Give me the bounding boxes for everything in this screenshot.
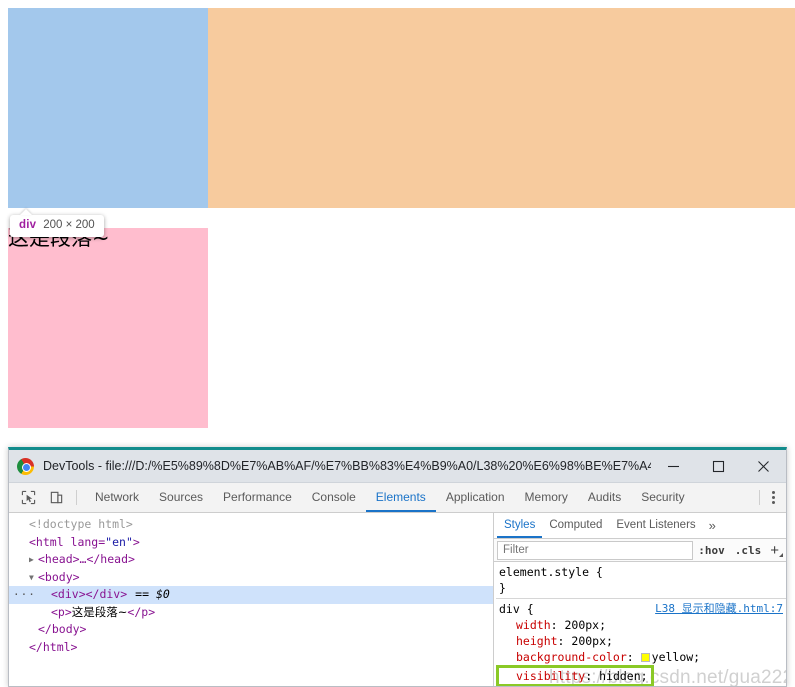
minimize-button[interactable] bbox=[651, 450, 696, 483]
chrome-logo-icon bbox=[17, 457, 34, 475]
body-collapse-triangle-icon[interactable]: ▼ bbox=[29, 569, 38, 587]
close-button[interactable] bbox=[741, 450, 786, 483]
css-value-width[interactable]: 200px; bbox=[564, 618, 606, 632]
styles-filter-input[interactable] bbox=[497, 540, 694, 560]
dom-line-body[interactable]: ▼ <body> bbox=[9, 569, 493, 587]
device-toolbar-icon[interactable] bbox=[42, 483, 70, 512]
dom-line-div-selected[interactable]: ··· <div></div> == $0 bbox=[9, 586, 493, 604]
tab-security[interactable]: Security bbox=[631, 483, 694, 512]
devtools-panels: <!doctype html> <html lang="en"> ▶ <head>… bbox=[9, 513, 786, 686]
tab-styles[interactable]: Styles bbox=[497, 513, 543, 538]
tab-computed[interactable]: Computed bbox=[542, 513, 609, 538]
div-rule-origin-link[interactable]: L38 显示和隐藏.html:7 bbox=[655, 601, 783, 617]
toggle-hover-state-button[interactable]: :hov bbox=[693, 544, 730, 557]
dom-line-body-close[interactable]: </body> bbox=[9, 621, 493, 639]
highlighted-declaration-wrapper: visibility: hidden; bbox=[496, 665, 786, 686]
css-property-height[interactable]: height bbox=[516, 634, 558, 648]
body-close-tag-text: </body> bbox=[38, 622, 87, 636]
tab-audits[interactable]: Audits bbox=[578, 483, 631, 512]
more-options-icon[interactable] bbox=[760, 483, 786, 512]
styles-filter-bar: :hov .cls + bbox=[494, 539, 786, 562]
div-console-ref: == $0 bbox=[135, 587, 170, 601]
css-rule-element-style[interactable]: element.style { } bbox=[496, 564, 786, 597]
css-declaration-visibility[interactable]: visibility: hidden; bbox=[496, 665, 654, 686]
css-property-background-color[interactable]: background-color bbox=[516, 650, 627, 664]
css-value-background-color[interactable]: yellow; bbox=[652, 650, 700, 664]
css-rule-div[interactable]: div { L38 显示和隐藏.html:7 width: 200px; hei… bbox=[496, 601, 786, 686]
badge-tag-name: div bbox=[19, 219, 37, 231]
css-property-width[interactable]: width bbox=[516, 618, 551, 632]
div-tag-text: <div></div> bbox=[51, 587, 128, 601]
element-highlight-badge: div 200 × 200 bbox=[10, 215, 104, 237]
element-style-close-brace: } bbox=[499, 581, 506, 595]
tab-elements[interactable]: Elements bbox=[365, 483, 436, 512]
dom-line-doctype[interactable]: <!doctype html> bbox=[9, 516, 493, 534]
doctype-text: <!doctype html> bbox=[29, 517, 133, 531]
html-close-tag-text: </html> bbox=[29, 639, 78, 654]
color-swatch-icon[interactable] bbox=[640, 653, 650, 662]
badge-dimensions: 200 × 200 bbox=[43, 219, 95, 231]
styles-panel: Styles Computed Event Listeners » :hov .… bbox=[494, 513, 786, 686]
css-declaration-background-color[interactable]: background-color: yellow; bbox=[496, 649, 786, 665]
body-tag-text: <body> bbox=[38, 569, 80, 584]
html-tag-text: <html lang= bbox=[29, 534, 106, 549]
tab-console[interactable]: Console bbox=[302, 483, 366, 512]
css-property-visibility[interactable]: visibility bbox=[516, 669, 585, 683]
tab-performance[interactable]: Performance bbox=[213, 483, 302, 512]
div-rule-selector[interactable]: div { bbox=[499, 602, 534, 616]
devtools-title-bar: DevTools - file:///D:/%E5%89%8D%E7%AB%AF… bbox=[9, 450, 786, 483]
toggle-class-button[interactable]: .cls bbox=[730, 544, 767, 557]
window-title: DevTools - file:///D:/%E5%89%8D%E7%AB%AF… bbox=[43, 459, 651, 473]
p-open-tag-text: <p> bbox=[51, 604, 72, 619]
css-rules-list: element.style { } div { L38 显示和隐藏.html:7… bbox=[494, 562, 786, 686]
styles-more-tabs-icon[interactable]: » bbox=[703, 513, 722, 538]
div-rule-selector-line: div { L38 显示和隐藏.html:7 bbox=[496, 601, 786, 617]
head-tag-text: <head>…</head> bbox=[38, 552, 135, 566]
html-tag-close: > bbox=[132, 534, 140, 549]
window-controls bbox=[651, 450, 786, 482]
highlight-content-box bbox=[8, 8, 208, 208]
css-value-height[interactable]: 200px; bbox=[571, 634, 613, 648]
tab-memory[interactable]: Memory bbox=[515, 483, 578, 512]
css-rule-separator bbox=[496, 598, 786, 599]
tab-application[interactable]: Application bbox=[436, 483, 515, 512]
inspect-element-icon[interactable] bbox=[14, 483, 42, 512]
element-style-selector: element.style { bbox=[499, 565, 603, 579]
css-value-visibility[interactable]: hidden; bbox=[599, 669, 647, 683]
dom-line-head[interactable]: ▶ <head>…</head> bbox=[9, 551, 493, 569]
tab-sources[interactable]: Sources bbox=[149, 483, 213, 512]
dom-line-html-open[interactable]: <html lang="en"> bbox=[9, 534, 493, 552]
p-close-tag-text: </p> bbox=[127, 604, 156, 619]
p-inner-text: 这是段落~ bbox=[71, 604, 128, 619]
css-declaration-height[interactable]: height: 200px; bbox=[496, 633, 786, 649]
maximize-button[interactable] bbox=[696, 450, 741, 483]
div-badge-dots[interactable]: ··· bbox=[13, 586, 36, 604]
devtools-window: DevTools - file:///D:/%E5%89%8D%E7%AB%AF… bbox=[8, 447, 787, 687]
page-viewport: 这是段落~ div 200 × 200 bbox=[0, 0, 795, 447]
styles-tab-bar: Styles Computed Event Listeners » bbox=[494, 513, 786, 539]
dom-line-html-close[interactable]: </html> bbox=[9, 639, 493, 657]
toolbar-divider bbox=[76, 490, 77, 505]
devtools-main-toolbar: Network Sources Performance Console Elem… bbox=[9, 483, 786, 513]
html-lang-value: "en" bbox=[105, 534, 133, 549]
css-declaration-width[interactable]: width: 200px; bbox=[496, 617, 786, 633]
head-expand-triangle-icon[interactable]: ▶ bbox=[29, 551, 38, 569]
dom-line-p[interactable]: <p>这是段落~</p> bbox=[9, 604, 493, 622]
dom-tree-panel[interactable]: <!doctype html> <html lang="en"> ▶ <head>… bbox=[9, 513, 494, 686]
new-style-rule-button[interactable]: + bbox=[766, 543, 784, 558]
tab-network[interactable]: Network bbox=[85, 483, 149, 512]
page-paragraph: 这是段落~ bbox=[8, 228, 208, 428]
tab-event-listeners[interactable]: Event Listeners bbox=[609, 513, 702, 538]
